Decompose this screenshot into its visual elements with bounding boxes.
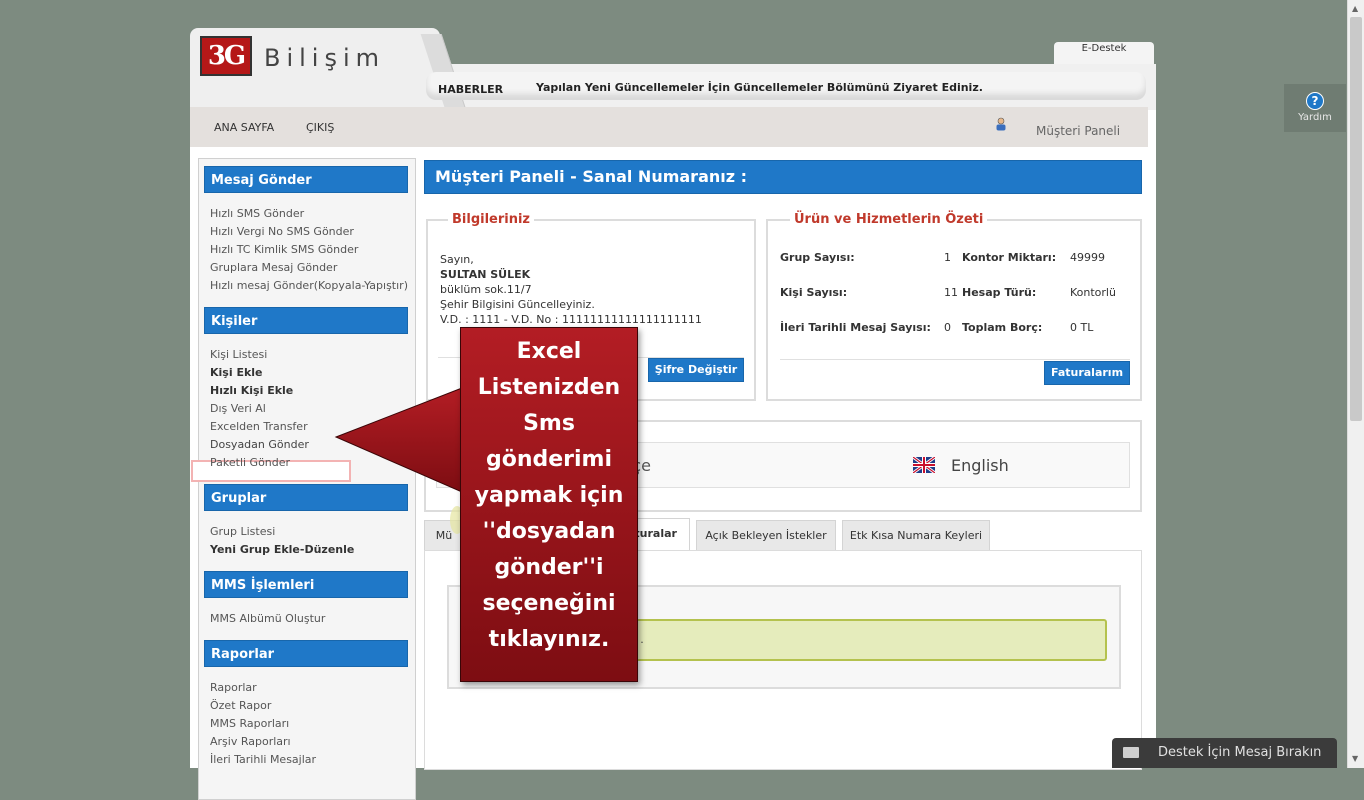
info-tax: V.D. : 1111 - V.D. No : 1111111111111111… bbox=[440, 313, 702, 326]
sidebar-item-yeni-grup[interactable]: Yeni Grup Ekle-Düzenle bbox=[210, 543, 354, 556]
sidebar-section-raporlar[interactable]: Raporlar bbox=[204, 640, 408, 667]
callout-line: seçeneğini bbox=[482, 591, 616, 616]
person-count-value: 11 bbox=[944, 286, 958, 299]
sidebar-item-dis-veri-al[interactable]: Dış Veri Al bbox=[210, 402, 266, 415]
logo-text[interactable]: Bilişim bbox=[264, 44, 385, 72]
sidebar-item-gruplara-mesaj[interactable]: Gruplara Mesaj Gönder bbox=[210, 261, 337, 274]
summary-divider bbox=[780, 359, 1130, 360]
uk-flag-icon[interactable] bbox=[913, 457, 935, 473]
sidebar-item-ozet-rapor[interactable]: Özet Rapor bbox=[210, 699, 271, 712]
callout-line: Excel bbox=[516, 339, 582, 364]
tab-etk-kisa-numara[interactable]: Etk Kısa Numara Keyleri bbox=[842, 520, 990, 550]
callout-line: ''dosyadan bbox=[482, 519, 616, 544]
sidebar-item-mms-albumu[interactable]: MMS Albümü Oluştur bbox=[210, 612, 325, 625]
scroll-thumb[interactable] bbox=[1350, 17, 1362, 421]
menu-customer-panel-link[interactable]: Müşteri Paneli bbox=[1036, 124, 1120, 138]
sidebar-item-kopyala-yapistir[interactable]: Hızlı mesaj Gönder(Kopyala-Yapıştır) bbox=[210, 279, 408, 292]
edestek-tab[interactable]: E-Destek bbox=[1054, 42, 1154, 64]
person-count-label: Kişi Sayısı: bbox=[780, 286, 848, 299]
sidebar-section-mesaj-gonder[interactable]: Mesaj Gönder bbox=[204, 166, 408, 193]
language-english[interactable]: English bbox=[951, 456, 1009, 475]
callout-line: Listenizden bbox=[477, 375, 621, 400]
main-panel-title: Müşteri Paneli - Sanal Numaranız : bbox=[424, 160, 1142, 194]
callout-line: Sms bbox=[523, 411, 575, 436]
sidebar-item-grup-listesi[interactable]: Grup Listesi bbox=[210, 525, 275, 538]
sidebar-item-ileri-tarihli[interactable]: İleri Tarihli Mesajlar bbox=[210, 753, 316, 766]
vertical-scrollbar[interactable]: ▲ ▼ bbox=[1347, 0, 1364, 768]
top-menu-bar: ANA SAYFA ÇIKIŞ Müşteri Paneli bbox=[190, 107, 1148, 147]
sidebar-item-mms-raporlari[interactable]: MMS Raporları bbox=[210, 717, 289, 730]
scroll-down-arrow-icon[interactable]: ▼ bbox=[1352, 754, 1358, 763]
support-label: Destek İçin Mesaj Bırakın bbox=[1158, 745, 1322, 760]
instruction-callout: Excel Listenizden Sms gönderimi yapmak i… bbox=[460, 327, 638, 682]
sidebar-item-hizli-sms[interactable]: Hızlı SMS Gönder bbox=[210, 207, 304, 220]
callout-line: gönder''i bbox=[494, 555, 604, 580]
future-msg-label: İleri Tarihli Mesaj Sayısı: bbox=[780, 321, 931, 334]
tab-acik-bekleyen-istekler[interactable]: Açık Bekleyen İstekler bbox=[696, 520, 836, 550]
scroll-up-arrow-icon[interactable]: ▲ bbox=[1352, 4, 1358, 13]
debt-label: Toplam Borç: bbox=[962, 321, 1043, 334]
summary-legend: Ürün ve Hizmetlerin Özeti bbox=[790, 212, 988, 227]
callout-line: yapmak için bbox=[474, 483, 624, 508]
info-address: büklüm sok.11/7 bbox=[440, 283, 532, 296]
sidebar-item-hizli-vergi-no-sms[interactable]: Hızlı Vergi No SMS Gönder bbox=[210, 225, 354, 238]
logo-mark[interactable]: 3G bbox=[200, 36, 252, 76]
support-message-bar[interactable]: Destek İçin Mesaj Bırakın bbox=[1112, 738, 1337, 768]
callout-pointer bbox=[334, 387, 463, 493]
summary-fieldset: Ürün ve Hizmetlerin Özeti Grup Sayısı: 1… bbox=[766, 212, 1142, 401]
credit-value: 49999 bbox=[1070, 251, 1105, 264]
group-count-value: 1 bbox=[944, 251, 951, 264]
sidebar-item-kisi-ekle[interactable]: Kişi Ekle bbox=[210, 366, 263, 379]
callout-line: tıklayınız. bbox=[488, 627, 610, 652]
callout-line: gönderimi bbox=[485, 447, 613, 472]
change-password-button[interactable]: Şifre Değiştir bbox=[648, 358, 744, 382]
sidebar-section-mms[interactable]: MMS İşlemleri bbox=[204, 571, 408, 598]
help-icon: ? bbox=[1306, 92, 1324, 110]
account-type-label: Hesap Türü: bbox=[962, 286, 1037, 299]
credit-label: Kontor Miktarı: bbox=[962, 251, 1057, 264]
info-legend: Bilgileriniz bbox=[448, 212, 534, 227]
info-name: SULTAN SÜLEK bbox=[440, 268, 531, 281]
debt-value: 0 TL bbox=[1070, 321, 1094, 334]
news-bar: HABERLER Yapılan Yeni Güncellemeler İçin… bbox=[426, 72, 1146, 100]
group-count-label: Grup Sayısı: bbox=[780, 251, 855, 264]
sidebar-item-arsiv-raporlari[interactable]: Arşiv Raporları bbox=[210, 735, 291, 748]
menu-home-link[interactable]: ANA SAYFA bbox=[214, 121, 274, 134]
future-msg-value: 0 bbox=[944, 321, 951, 334]
sidebar-section-kisiler[interactable]: Kişiler bbox=[204, 307, 408, 334]
sidebar-item-hizli-tc-kimlik-sms[interactable]: Hızlı TC Kimlik SMS Gönder bbox=[210, 243, 358, 256]
info-city-note: Şehir Bilgisini Güncelleyiniz. bbox=[440, 298, 595, 311]
sidebar-item-kisi-listesi[interactable]: Kişi Listesi bbox=[210, 348, 267, 361]
invoices-button[interactable]: Faturalarım bbox=[1044, 361, 1130, 385]
help-label: Yardım bbox=[1298, 112, 1332, 123]
sidebar-item-paketli-gonder[interactable]: Paketli Gönder bbox=[210, 456, 290, 469]
sidebar-item-dosyadan-gonder[interactable]: Dosyadan Gönder bbox=[210, 438, 309, 451]
account-type-value: Kontorlü bbox=[1070, 286, 1116, 299]
menu-logout-link[interactable]: ÇIKIŞ bbox=[306, 121, 334, 134]
info-greeting: Sayın, bbox=[440, 253, 474, 266]
sidebar-item-excelden-transfer[interactable]: Excelden Transfer bbox=[210, 420, 308, 433]
news-label: HABERLER bbox=[438, 83, 504, 96]
logo-area: 3G Bilişim bbox=[190, 28, 440, 110]
help-widget[interactable]: ? Yardım bbox=[1284, 84, 1346, 132]
sidebar-item-hizli-kisi-ekle[interactable]: Hızlı Kişi Ekle bbox=[210, 384, 293, 397]
sidebar-item-raporlar[interactable]: Raporlar bbox=[210, 681, 257, 694]
envelope-icon bbox=[1123, 747, 1139, 758]
user-icon[interactable] bbox=[995, 117, 1007, 131]
news-text[interactable]: Yapılan Yeni Güncellemeler İçin Güncelle… bbox=[536, 81, 983, 94]
